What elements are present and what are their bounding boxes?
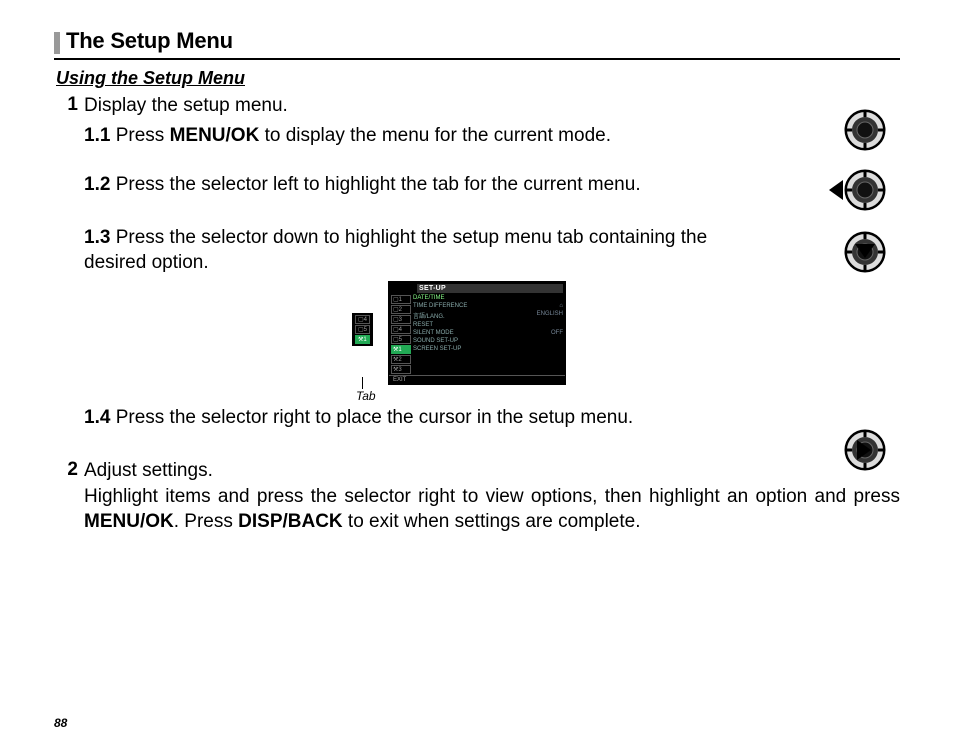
tab-item-selected: ⚒1 [391, 345, 411, 354]
substep-text: Press the selector left to highlight the… [116, 174, 641, 195]
screenshot-tabs: ▢1 ▢2 ▢3 ▢4 ▢5 ⚒1 ⚒2 ⚒3 [389, 294, 413, 375]
subsection-heading: Using the Setup Menu [56, 68, 900, 89]
substep-text: Press the selector right to place the cu… [116, 407, 634, 428]
tab-item: ▢4 [391, 325, 411, 334]
menu-item: RESET [413, 321, 563, 329]
section-title-bar: The Setup Menu [54, 28, 900, 54]
tab-strip-callout: ▢4 ▢5 ⚒1 [352, 313, 373, 346]
tab-caption: Tab [356, 389, 376, 403]
substep-text-pre: Press [116, 125, 170, 146]
substep-text-post: to display the menu for the current mode… [259, 125, 611, 146]
tab-item: ▢2 [391, 305, 411, 314]
substep-text: Press the selector down to highlight the… [84, 227, 707, 273]
callout-line [362, 377, 363, 389]
step-2-lead: Adjust settings. [84, 458, 900, 484]
step-1-2: 1.2 Press the selector left to highlight… [84, 172, 770, 197]
tab-item: ▢1 [391, 295, 411, 304]
menu-item: 言語/LANG.ENGLISH [413, 310, 563, 321]
tab-item: ▢4 [355, 315, 370, 324]
menu-item: SILENT MODEOFF [413, 329, 563, 337]
tab-item: ▢5 [355, 325, 370, 334]
tab-item: ⚒3 [391, 365, 411, 374]
tab-item: ▢3 [391, 315, 411, 324]
substep-text-bold: MENU/OK [170, 125, 260, 146]
substep-number: 1.3 [84, 227, 110, 248]
step-1-4: 1.4 Press the selector right to place th… [84, 405, 770, 430]
step-2-body: Highlight items and press the selector r… [84, 484, 900, 535]
arrow-right-icon [857, 440, 901, 484]
substep-number: 1.2 [84, 174, 110, 195]
setup-menu-screenshot: ▢4 ▢5 ⚒1 Tab SET-UP ▢1 ▢2 ▢3 ▢4 ▢5 ⚒1 ⚒2 [54, 281, 900, 385]
step-number-2: 2 [54, 459, 78, 481]
menu-item: DATE/TIME [413, 294, 563, 302]
title-accent [54, 32, 60, 54]
selector-icon-down [836, 230, 894, 274]
selector-dial-icon [843, 108, 887, 152]
selector-icon-left [836, 168, 894, 212]
substep-number: 1.4 [84, 407, 110, 428]
tab-item: ▢5 [391, 335, 411, 344]
menu-item: SOUND SET-UP [413, 337, 563, 345]
selector-icon-right [836, 428, 894, 472]
tab-item-selected: ⚒1 [355, 335, 370, 344]
page-number: 88 [54, 716, 67, 730]
title-rule [54, 58, 900, 60]
menu-item: SCREEN SET-UP [413, 345, 563, 353]
section-title: The Setup Menu [66, 28, 233, 54]
step-number-1: 1 [54, 94, 78, 116]
substep-number: 1.1 [84, 125, 110, 146]
screenshot-header: SET-UP [417, 284, 563, 293]
step-1-lead: Display the setup menu. [84, 93, 900, 119]
step-1-3: 1.3 Press the selector down to highlight… [84, 225, 770, 275]
selector-icon-center [836, 108, 894, 152]
menu-item: TIME DIFFERENCE⌂ [413, 302, 563, 310]
tab-item: ⚒2 [391, 355, 411, 364]
step-1-1: 1.1 Press MENU/OK to display the menu fo… [84, 123, 770, 148]
arrow-down-icon [855, 244, 899, 288]
screenshot-menu-list: DATE/TIME TIME DIFFERENCE⌂ 言語/LANG.ENGLI… [413, 294, 563, 375]
arrow-left-icon [829, 180, 873, 224]
screenshot-footer: EXIT [389, 375, 565, 384]
